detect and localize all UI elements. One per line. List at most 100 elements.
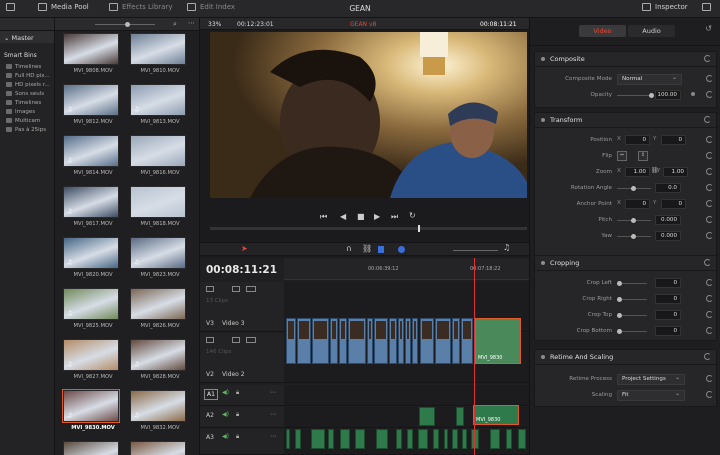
section-toggle-icon[interactable]	[541, 355, 545, 359]
opacity-slider[interactable]	[617, 94, 651, 96]
section-toggle-icon[interactable]	[541, 118, 545, 122]
crop-right-value[interactable]: 0	[655, 294, 681, 304]
opacity-value[interactable]: 100.00	[655, 90, 681, 100]
media-pool-button[interactable]: Media Pool	[38, 3, 89, 11]
track-toggle-icon[interactable]	[206, 337, 214, 343]
snapping-icon[interactable]: ∩	[346, 244, 352, 253]
audio-clip[interactable]	[286, 429, 290, 449]
selection-tool-icon[interactable]: ➤	[241, 244, 248, 253]
media-clip[interactable]: ♫ MVI_9830.MOV	[62, 389, 123, 431]
audio-clip[interactable]	[396, 429, 402, 449]
clip-thumbnail[interactable]: ♫	[62, 389, 120, 423]
play-reverse-icon[interactable]: ◀	[340, 212, 346, 221]
jump-end-icon[interactable]: ⏭	[391, 212, 398, 222]
crop-left-slider[interactable]	[622, 282, 647, 284]
audio-clip[interactable]	[419, 407, 435, 426]
viewer-scrubber[interactable]	[210, 227, 527, 230]
media-clip[interactable]: ♫ MVI_9828.MOV	[130, 339, 190, 380]
video-clip[interactable]	[412, 318, 418, 364]
edit-index-button[interactable]: Edit Index	[187, 3, 235, 11]
media-clip[interactable]: ♫ MVI_9832.MOV	[130, 390, 190, 431]
audio-clip[interactable]	[518, 429, 526, 449]
media-clip[interactable]	[130, 441, 190, 455]
media-clip[interactable]: MVI_9808.MOV	[63, 33, 123, 74]
retime-process-select[interactable]: Project Settings	[617, 373, 685, 385]
speaker-icon[interactable]: ◀)	[222, 433, 229, 440]
jump-start-icon[interactable]: ⏮	[320, 212, 327, 222]
clip-thumbnail[interactable]: ♫	[63, 237, 119, 269]
audio-clip[interactable]	[471, 429, 479, 449]
audio-clip[interactable]	[418, 429, 428, 449]
crop-bottom-value[interactable]: 0	[655, 326, 681, 336]
section-toggle-icon[interactable]	[541, 261, 545, 265]
slider-knob[interactable]	[631, 233, 636, 239]
composite-header[interactable]: Composite	[535, 52, 716, 67]
audio-clip[interactable]	[452, 429, 458, 449]
media-clip[interactable]: MVI_9826.MOV	[130, 288, 190, 329]
audio-clip[interactable]	[407, 429, 413, 449]
crop-top-slider[interactable]	[622, 314, 647, 316]
zoom-y-value[interactable]: 1.00	[663, 167, 688, 177]
clip-thumbnail[interactable]: ♫	[63, 288, 119, 320]
smart-bin-item[interactable]: Multicam	[0, 116, 54, 125]
reset-icon[interactable]	[706, 295, 713, 302]
zoom-x-value[interactable]: 1.00	[625, 167, 650, 177]
scaling-select[interactable]: Fit	[617, 389, 685, 401]
selected-audio-clip[interactable]: MVI_9830	[473, 405, 519, 425]
flag-icon[interactable]	[378, 246, 384, 253]
zoom-level[interactable]: 33%	[208, 21, 221, 28]
video-clip[interactable]	[348, 318, 366, 364]
reset-icon[interactable]	[706, 279, 713, 286]
clip-thumbnail[interactable]	[130, 441, 186, 455]
slider-knob[interactable]	[649, 92, 654, 98]
reset-icon[interactable]	[704, 55, 711, 62]
auto-select-icon[interactable]	[246, 286, 256, 292]
media-clip[interactable]: ♫ MVI_9820.MOV	[63, 237, 123, 278]
stop-icon[interactable]: ■	[357, 212, 365, 221]
speaker-icon[interactable]: ◀)	[222, 389, 229, 396]
lock-icon[interactable]: 🔒︎	[236, 433, 239, 441]
auto-select-icon[interactable]	[246, 337, 256, 343]
video-clip[interactable]	[367, 318, 373, 364]
crop-top-value[interactable]: 0	[655, 310, 681, 320]
smart-bin-item[interactable]: Timelines	[0, 98, 54, 107]
smart-bin-item[interactable]: HD pixels r...	[0, 80, 54, 89]
marker-icon[interactable]	[398, 246, 405, 253]
lock-icon[interactable]	[232, 286, 240, 292]
playhead[interactable]	[474, 258, 475, 455]
smart-bin-item[interactable]: Sons seuls	[0, 89, 54, 98]
composite-mode-select[interactable]: Normal	[617, 73, 682, 85]
clip-thumbnail[interactable]	[130, 135, 186, 167]
reset-icon[interactable]	[706, 91, 713, 98]
clip-thumbnail[interactable]: ♫	[63, 186, 119, 218]
clip-thumbnail[interactable]: ♫	[130, 339, 186, 371]
clip-thumbnail[interactable]	[130, 186, 186, 218]
clip-thumbnail[interactable]: ♫	[63, 339, 119, 371]
audio-clip[interactable]	[376, 429, 388, 449]
video-clip[interactable]	[330, 318, 338, 364]
smart-bin-item[interactable]: Full HD pix...	[0, 71, 54, 80]
position-y-value[interactable]: 0	[661, 135, 686, 145]
reset-icon[interactable]	[706, 200, 713, 207]
clip-thumbnail[interactable]	[130, 33, 186, 65]
keyframe-icon[interactable]	[691, 92, 695, 96]
video-clip[interactable]	[286, 318, 296, 364]
retime-header[interactable]: Retime And Scaling	[535, 350, 716, 365]
media-clip[interactable]: ♫ MVI_9825.MOV	[63, 288, 123, 329]
inspector-button[interactable]: Inspector	[642, 3, 688, 11]
track-options-icon[interactable]: ⋯	[270, 433, 276, 440]
video-clip[interactable]	[405, 318, 411, 364]
pitch-value[interactable]: 0.000	[655, 215, 681, 225]
video-clip[interactable]	[389, 318, 397, 364]
yaw-value[interactable]: 0.000	[655, 231, 681, 241]
monitor-icon[interactable]	[702, 3, 711, 11]
video-clip[interactable]	[398, 318, 404, 364]
selected-video-clip[interactable]: MVI_9830	[475, 318, 521, 364]
slider-knob[interactable]	[125, 22, 130, 27]
reset-icon[interactable]	[706, 232, 713, 239]
clip-thumbnail[interactable]: ♫	[130, 237, 186, 269]
audio-clip[interactable]	[355, 429, 365, 449]
slider-knob[interactable]	[631, 185, 636, 191]
smart-bin-item[interactable]: Images	[0, 107, 54, 116]
video-clip[interactable]	[420, 318, 434, 364]
